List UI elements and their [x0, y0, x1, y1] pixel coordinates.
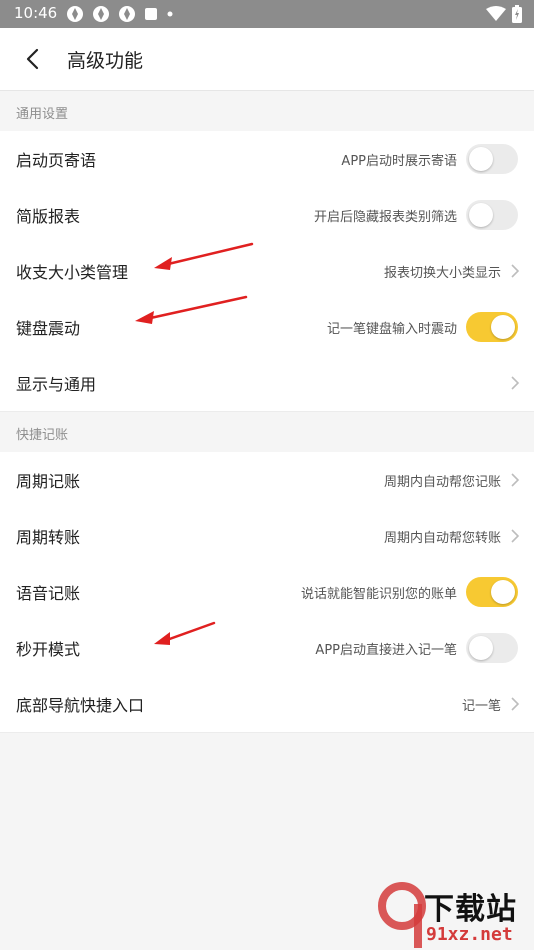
- row-description: 记一笔键盘输入时震动: [326, 322, 457, 337]
- row-voice-bookkeeping[interactable]: 语音记账 说话就能智能识别您的账单: [0, 564, 534, 621]
- row-label: 周期记账: [16, 472, 81, 491]
- status-notification-icons: [66, 5, 182, 23]
- notification-dot-icon: [167, 11, 173, 17]
- section-header-general: 通用设置: [0, 91, 534, 132]
- row-label: 底部导航快捷入口: [16, 696, 145, 715]
- annotation-arrow-icon: [135, 295, 248, 324]
- watermark-text: 下载站: [424, 892, 517, 927]
- status-system-icons: [486, 5, 522, 23]
- keyboard-vibration-toggle[interactable]: [466, 312, 518, 342]
- wifi-icon: [486, 6, 506, 21]
- row-description: APP启动直接进入记一笔: [315, 643, 457, 658]
- notification-app-icon: [67, 6, 83, 22]
- row-description: 周期内自动帮您记账: [383, 475, 501, 490]
- toggle-knob: [469, 636, 493, 660]
- toggle-knob: [469, 203, 493, 227]
- status-time: 10:46: [14, 4, 58, 22]
- chevron-right-icon: [511, 376, 520, 390]
- row-launch-message[interactable]: 启动页寄语 APP启动时展示寄语: [0, 131, 534, 188]
- row-description: APP启动时展示寄语: [341, 154, 457, 169]
- annotation-arrow-icon: [154, 621, 216, 645]
- chevron-right-icon: [511, 529, 520, 543]
- row-periodic-transfer[interactable]: 周期转账 周期内自动帮您转账: [0, 508, 534, 565]
- row-label: 简版报表: [16, 207, 81, 226]
- voice-bookkeeping-toggle[interactable]: [466, 577, 518, 607]
- row-description: 开启后隐藏报表类别筛选: [313, 210, 457, 225]
- annotation-arrow-icon: [154, 242, 254, 270]
- notification-square-icon: [145, 8, 157, 20]
- battery-icon: [512, 5, 522, 23]
- row-label: 秒开模式: [16, 640, 81, 659]
- row-display-general[interactable]: 显示与通用: [0, 355, 534, 412]
- row-description: 报表切换大小类显示: [383, 266, 501, 281]
- toggle-knob: [491, 315, 515, 339]
- row-periodic-bookkeeping[interactable]: 周期记账 周期内自动帮您记账: [0, 452, 534, 509]
- row-label: 收支大小类管理: [16, 263, 129, 282]
- status-bar: 10:46: [0, 0, 534, 28]
- toggle-knob: [491, 580, 515, 604]
- chevron-right-icon: [511, 473, 520, 487]
- simple-report-toggle[interactable]: [466, 200, 518, 230]
- watermark-url: 91xz.net: [426, 924, 513, 945]
- row-category-management[interactable]: 收支大小类管理 报表切换大小类显示: [0, 243, 534, 300]
- notification-app-icon: [93, 6, 109, 22]
- row-label: 语音记账: [16, 584, 81, 603]
- chevron-right-icon: [511, 264, 520, 278]
- row-bottom-nav-shortcut[interactable]: 底部导航快捷入口 记一笔: [0, 676, 534, 733]
- row-label: 键盘震动: [16, 319, 81, 338]
- back-button[interactable]: [14, 43, 50, 75]
- app-bar: 高级功能: [0, 28, 534, 91]
- row-label: 显示与通用: [16, 375, 97, 394]
- row-simple-report[interactable]: 简版报表 开启后隐藏报表类别筛选: [0, 187, 534, 244]
- watermark-logo: 下载站 91xz.net: [374, 880, 534, 950]
- chevron-right-icon: [511, 697, 520, 711]
- row-quick-launch-mode[interactable]: 秒开模式 APP启动直接进入记一笔: [0, 620, 534, 677]
- notification-app-icon: [119, 6, 135, 22]
- row-description: 周期内自动帮您转账: [383, 531, 501, 546]
- row-label: 启动页寄语: [16, 151, 97, 170]
- row-label: 周期转账: [16, 528, 81, 547]
- section-header-quick-bookkeeping: 快捷记账: [0, 412, 534, 453]
- row-description: 说话就能智能识别您的账单: [300, 587, 457, 602]
- row-keyboard-vibration[interactable]: 键盘震动 记一笔键盘输入时震动: [0, 299, 534, 356]
- launch-message-toggle[interactable]: [466, 144, 518, 174]
- toggle-knob: [469, 147, 493, 171]
- row-description: 记一笔: [461, 699, 501, 714]
- back-arrow-icon: [26, 48, 39, 70]
- page-title: 高级功能: [67, 50, 144, 72]
- quick-launch-toggle[interactable]: [466, 633, 518, 663]
